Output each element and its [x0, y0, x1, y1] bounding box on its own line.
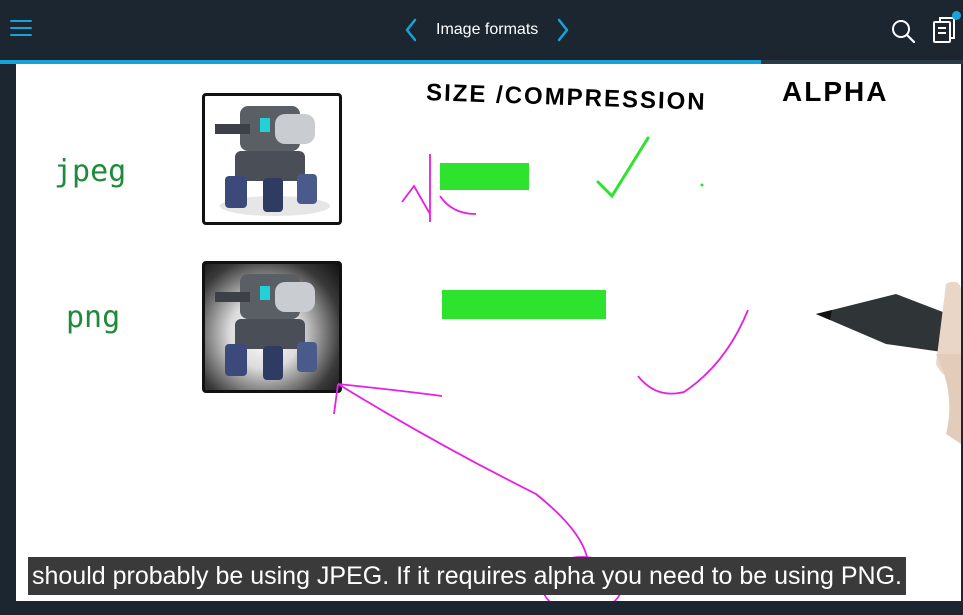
search-icon[interactable] — [890, 18, 916, 44]
subtitle-caption: should probably be using JPEG. If it req… — [28, 557, 906, 595]
chevron-left-icon[interactable] — [400, 16, 422, 44]
chevron-right-icon[interactable] — [552, 16, 574, 44]
pen-annotations — [333, 136, 961, 601]
video-frame[interactable]: jpeg png SIZE /COMPRESSION ALPHA — [16, 64, 961, 601]
stylus-pen — [816, 281, 961, 444]
notification-dot — [952, 11, 961, 20]
jpeg-size-check — [596, 136, 650, 199]
hamburger-menu-icon[interactable] — [10, 20, 32, 38]
top-bar: Image formats — [0, 0, 963, 60]
page-title: Image formats — [436, 21, 539, 38]
png-alpha-check — [637, 309, 749, 395]
lesson-nav: Image formats — [400, 14, 574, 46]
